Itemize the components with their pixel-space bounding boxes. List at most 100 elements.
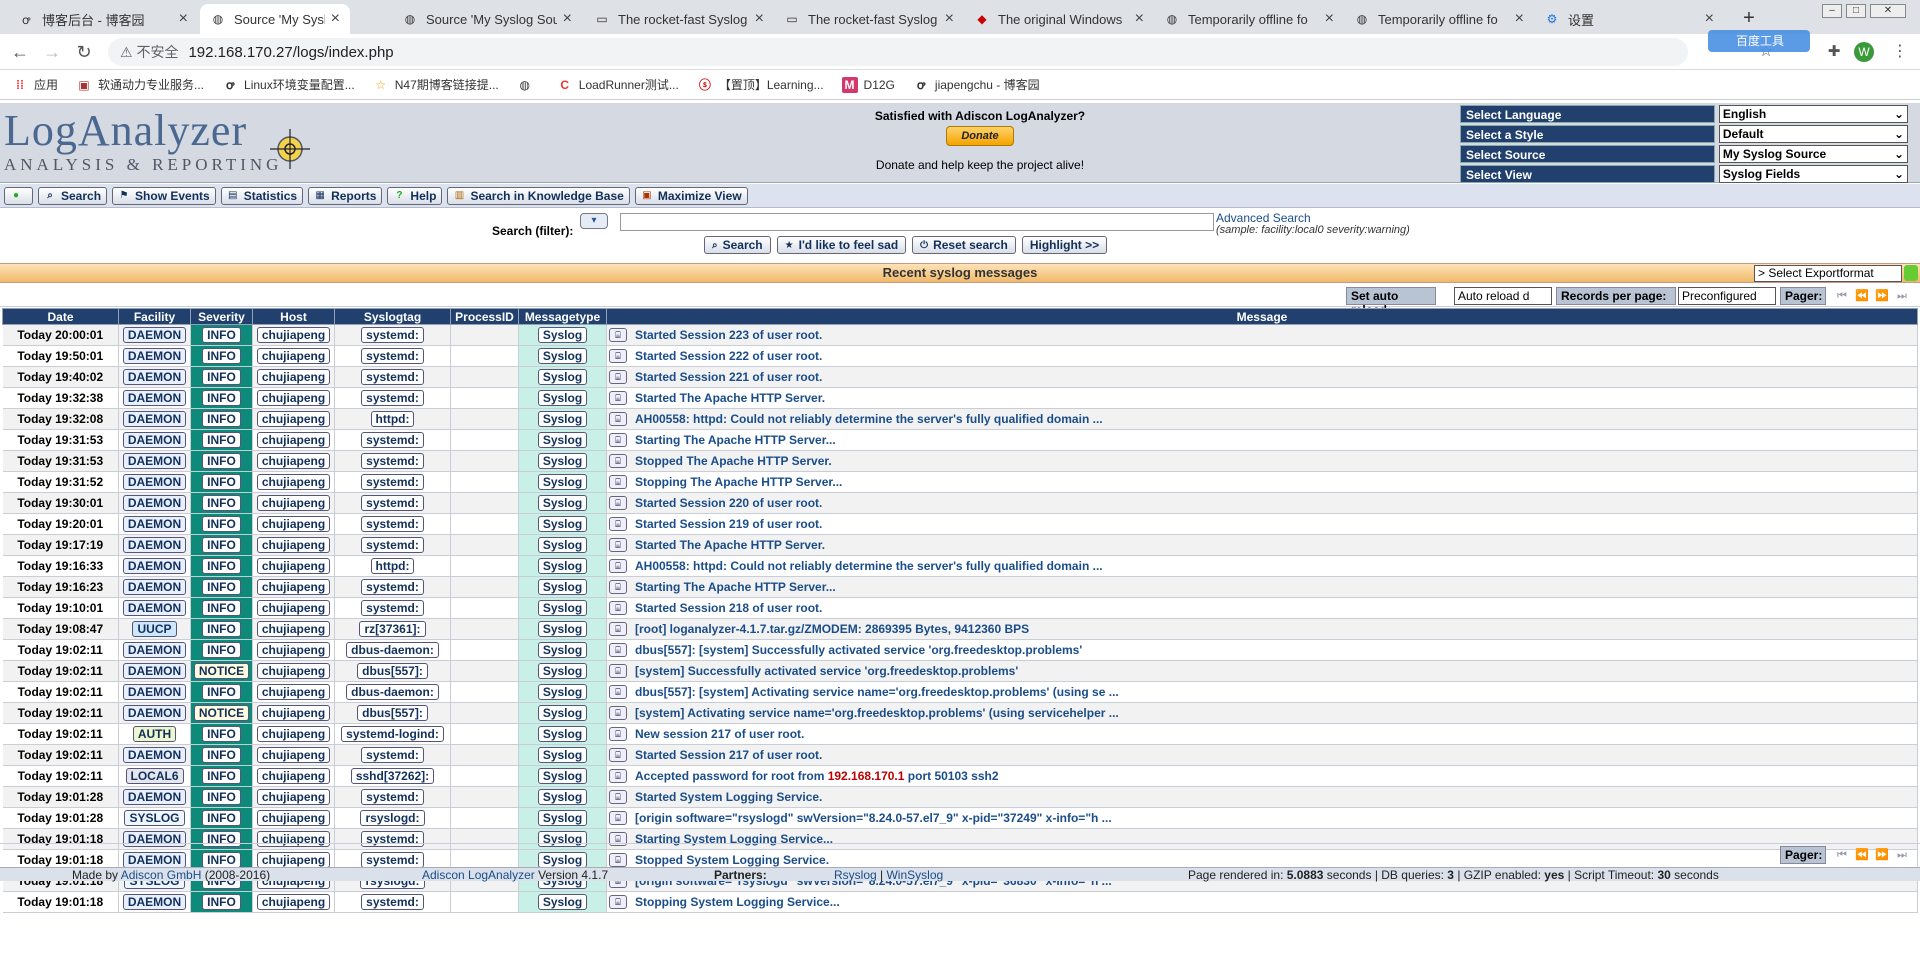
facility-badge[interactable]: DAEMON: [122, 705, 187, 721]
bookmark-item[interactable]: C LoadRunner测试...: [557, 76, 678, 93]
host-badge[interactable]: chujiapeng: [256, 663, 331, 679]
severity-badge[interactable]: INFO: [202, 537, 241, 553]
host-badge[interactable]: chujiapeng: [256, 768, 331, 784]
severity-badge[interactable]: INFO: [202, 348, 241, 364]
bookmark-item[interactable]: ◍: [517, 77, 539, 93]
severity-badge[interactable]: INFO: [202, 684, 241, 700]
severity-badge[interactable]: NOTICE: [193, 705, 250, 721]
close-icon[interactable]: ×: [1135, 10, 1144, 28]
syslogtag-badge[interactable]: dbus[557]:: [357, 705, 428, 721]
host-badge[interactable]: chujiapeng: [256, 810, 331, 826]
host-badge[interactable]: chujiapeng: [256, 789, 331, 805]
syslogtag-badge[interactable]: httpd:: [370, 558, 415, 574]
bookmark-item[interactable]: ▣ 软通动力专业服务...: [76, 76, 204, 93]
syslogtag-badge[interactable]: systemd:: [361, 579, 424, 595]
facility-badge[interactable]: DAEMON: [122, 327, 187, 343]
facility-badge[interactable]: DAEMON: [122, 600, 187, 616]
menu-search[interactable]: ⌕ Search: [38, 186, 108, 205]
browser-tab[interactable]: ◍ Temporarily offline fo ×: [1154, 4, 1344, 34]
host-badge[interactable]: chujiapeng: [256, 747, 331, 763]
facility-badge[interactable]: DAEMON: [122, 432, 187, 448]
home-button[interactable]: ●: [4, 186, 33, 205]
syslogtag-badge[interactable]: httpd:: [370, 411, 415, 427]
host-badge[interactable]: chujiapeng: [256, 600, 331, 616]
adiscon-link[interactable]: Adiscon GmbH: [121, 868, 202, 882]
messagetype-badge[interactable]: Syslog: [537, 495, 588, 511]
severity-badge[interactable]: INFO: [202, 600, 241, 616]
syslogtag-badge[interactable]: systemd:: [361, 327, 424, 343]
advanced-search-link[interactable]: Advanced Search: [1216, 211, 1311, 225]
bookmark-item[interactable]: ☆ N47期博客链接提...: [373, 76, 498, 93]
syslogtag-badge[interactable]: sshd[37262]:: [350, 768, 435, 784]
severity-badge[interactable]: INFO: [202, 642, 241, 658]
message-details-icon[interactable]: ⌸: [609, 811, 627, 826]
host-badge[interactable]: chujiapeng: [256, 453, 331, 469]
source-select[interactable]: My Syslog Source ⌄: [1718, 145, 1908, 163]
messagetype-badge[interactable]: Syslog: [537, 747, 588, 763]
column-header-syslogtag[interactable]: Syslogtag: [334, 308, 451, 325]
syslogtag-badge[interactable]: systemd:: [361, 516, 424, 532]
loganalyzer-logo[interactable]: LogAnalyzer ANALYSIS & REPORTING: [4, 109, 324, 179]
message-details-icon[interactable]: ⌸: [609, 748, 627, 763]
message-link[interactable]: Started Session 223 of user root.: [635, 328, 822, 342]
messagetype-badge[interactable]: Syslog: [537, 768, 588, 784]
message-details-icon[interactable]: ⌸: [609, 664, 627, 679]
host-badge[interactable]: chujiapeng: [256, 705, 331, 721]
security-warning[interactable]: ⚠ 不安全: [120, 42, 178, 62]
message-link[interactable]: Started Session 217 of user root.: [635, 748, 822, 762]
syslogtag-badge[interactable]: rsyslogd:: [360, 810, 425, 826]
message-link[interactable]: [system] Successfully activated service …: [635, 664, 1018, 678]
message-link[interactable]: Started Session 218 of user root.: [635, 601, 822, 615]
facility-badge[interactable]: SYSLOG: [124, 810, 185, 826]
host-badge[interactable]: chujiapeng: [256, 558, 331, 574]
search-button[interactable]: ⌕ Search: [704, 236, 771, 254]
syslogtag-badge[interactable]: systemd:: [361, 348, 424, 364]
last-page-icon[interactable]: ⏭: [1894, 848, 1910, 862]
message-link[interactable]: Started Session 219 of user root.: [635, 517, 822, 531]
bookmark-apps[interactable]: ⁞⁞ 应用: [12, 76, 58, 93]
syslogtag-badge[interactable]: systemd:: [361, 600, 424, 616]
severity-badge[interactable]: NOTICE: [193, 663, 250, 679]
facility-badge[interactable]: DAEMON: [122, 642, 187, 658]
syslogtag-badge[interactable]: systemd:: [361, 390, 424, 406]
message-details-icon[interactable]: ⌸: [609, 475, 627, 490]
severity-badge[interactable]: INFO: [202, 579, 241, 595]
close-icon[interactable]: ×: [1325, 10, 1334, 28]
messagetype-badge[interactable]: Syslog: [537, 453, 588, 469]
message-details-icon[interactable]: ⌸: [609, 601, 627, 616]
browser-tab[interactable]: ◆ The original Windows ×: [964, 4, 1154, 34]
back-icon[interactable]: ←: [8, 40, 32, 64]
message-link[interactable]: AH00558: httpd: Could not reliably deter…: [635, 412, 1103, 426]
message-link[interactable]: Stopped The Apache HTTP Server.: [635, 454, 832, 468]
next-page-icon[interactable]: ⏩: [1874, 289, 1890, 303]
host-badge[interactable]: chujiapeng: [256, 579, 331, 595]
message-details-icon[interactable]: ⌸: [609, 538, 627, 553]
message-details-icon[interactable]: ⌸: [609, 370, 627, 385]
close-icon[interactable]: ×: [945, 10, 954, 28]
next-page-icon[interactable]: ⏩: [1874, 848, 1890, 862]
syslogtag-badge[interactable]: rz[37361]:: [359, 621, 426, 637]
close-icon[interactable]: ×: [1705, 10, 1714, 28]
facility-badge[interactable]: DAEMON: [122, 348, 187, 364]
severity-badge[interactable]: INFO: [202, 768, 241, 784]
host-badge[interactable]: chujiapeng: [256, 726, 331, 742]
messagetype-badge[interactable]: Syslog: [537, 663, 588, 679]
syslogtag-badge[interactable]: dbus-daemon:: [346, 642, 439, 658]
browser-tab[interactable]: ◍ Temporarily offline fo ×: [1344, 4, 1534, 34]
menu-maximize-view[interactable]: ▣ Maximize View: [634, 186, 748, 205]
message-link[interactable]: dbus[557]: [system] Successfully activat…: [635, 643, 1082, 657]
browser-tab[interactable]: ▭ The rocket-fast Syslog ×: [774, 4, 964, 34]
menu-statistics[interactable]: ▤ Statistics: [220, 186, 304, 205]
facility-badge[interactable]: DAEMON: [122, 411, 187, 427]
menu-dots-icon[interactable]: ⋮: [1888, 40, 1912, 64]
syslogtag-badge[interactable]: systemd:: [361, 453, 424, 469]
host-badge[interactable]: chujiapeng: [256, 390, 331, 406]
column-header-date[interactable]: Date: [2, 308, 119, 325]
message-link[interactable]: Started Session 220 of user root.: [635, 496, 822, 510]
host-badge[interactable]: chujiapeng: [256, 327, 331, 343]
messagetype-badge[interactable]: Syslog: [537, 537, 588, 553]
syslogtag-badge[interactable]: systemd:: [361, 474, 424, 490]
messagetype-badge[interactable]: Syslog: [537, 894, 588, 910]
message-link[interactable]: Stopping System Logging Service...: [635, 895, 840, 909]
column-header-message[interactable]: Message: [606, 308, 1918, 325]
